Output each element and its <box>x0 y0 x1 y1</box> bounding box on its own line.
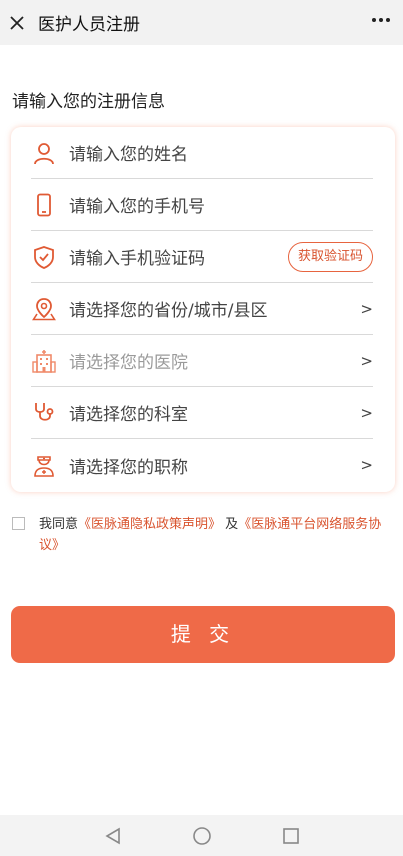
recents-nav-icon[interactable] <box>282 827 300 849</box>
title-placeholder: 请选择您的职称 <box>69 457 188 478</box>
department-placeholder: 请选择您的科室 <box>69 405 188 425</box>
phone-field[interactable]: 请输入您的手机号 <box>31 179 373 231</box>
get-code-button[interactable]: 获取验证码 <box>287 242 373 272</box>
name-field[interactable]: 请输入您的姓名 <box>31 127 373 179</box>
more-icon[interactable] <box>371 12 391 32</box>
phone-placeholder: 请输入您的手机号 <box>69 197 205 217</box>
agree-prefix: 我同意 <box>39 517 79 532</box>
verification-code-field[interactable]: 请输入手机验证码 获取验证码 <box>31 231 373 283</box>
close-icon[interactable] <box>9 15 25 31</box>
privacy-policy-link[interactable]: 《医脉通隐私政策声明》 <box>78 517 221 532</box>
agree-checkbox[interactable] <box>12 517 25 530</box>
hospital-placeholder: 请选择您的医院 <box>69 353 188 373</box>
stethoscope-icon <box>31 400 57 426</box>
registration-form-card: 请输入您的姓名 请输入您的手机号 请输入手机验证码 获取验证码 请选择您的省份/… <box>11 127 395 492</box>
shield-check-icon <box>31 244 57 270</box>
agree-conj: 及 <box>225 517 239 532</box>
hospital-select[interactable]: 请选择您的医院 > <box>31 335 373 387</box>
page-title: 医护人员注册 <box>38 15 140 35</box>
system-nav-bar <box>0 815 403 856</box>
department-select[interactable]: 请选择您的科室 > <box>31 387 373 439</box>
chevron-right-icon: > <box>360 456 373 474</box>
phone-icon <box>31 192 57 218</box>
name-placeholder: 请输入您的姓名 <box>69 145 188 165</box>
title-select[interactable]: 请选择您的职称 > <box>31 439 373 491</box>
region-select[interactable]: 请选择您的省份/城市/县区 > <box>31 283 373 335</box>
back-nav-icon[interactable] <box>104 827 122 849</box>
doctor-icon <box>31 452 57 478</box>
section-title: 请输入您的注册信息 <box>12 92 165 112</box>
chevron-right-icon: > <box>360 299 373 318</box>
agreement: 我同意《医脉通隐私政策声明》 及《医脉通平台网络服务协议》 <box>12 514 392 556</box>
user-icon <box>31 140 57 166</box>
verification-code-placeholder: 请输入手机验证码 <box>69 249 205 269</box>
region-placeholder: 请选择您的省份/城市/县区 <box>69 301 268 321</box>
submit-button[interactable]: 提 交 <box>11 606 395 663</box>
chevron-right-icon: > <box>360 351 373 370</box>
home-nav-icon[interactable] <box>193 827 211 849</box>
location-icon <box>31 296 57 322</box>
chevron-right-icon: > <box>360 403 373 422</box>
title-bar: 医护人员注册 <box>0 0 403 45</box>
hospital-icon <box>31 348 57 374</box>
